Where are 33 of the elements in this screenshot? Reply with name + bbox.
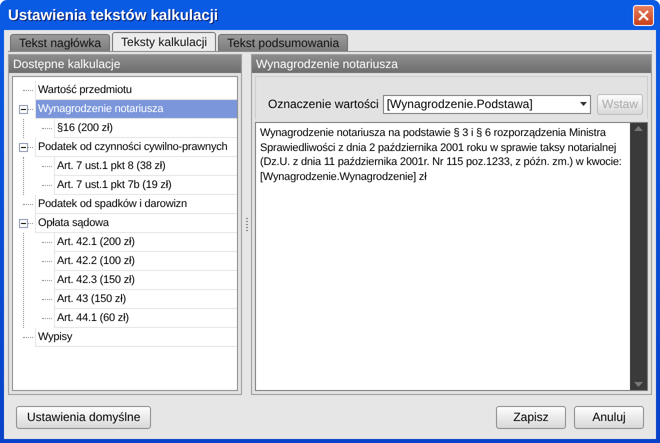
close-icon xyxy=(638,10,649,20)
text-editor[interactable]: Wynagrodzenie notariusza na podstawie § 3 i § 6 rozporządzenia Ministra Sprawiedliwości z dnia 2 października 2001 roku w sprawie taksy notarialnej (Dz.U. z dnia 11 października 2001r. Nr 115 poz.1233, z późn. zm.) w kwocie: [Wynagrodzenie.Wynagrodzenie] zł xyxy=(255,122,648,391)
cancel-button[interactable]: Anuluj xyxy=(574,406,644,428)
tree-item[interactable]: Wypisy xyxy=(35,328,237,347)
tab[interactable]: Tekst podsumowania xyxy=(218,34,348,51)
collapse-icon[interactable] xyxy=(19,105,28,114)
panel-header: Dostępne kalkulacje xyxy=(9,55,241,73)
tree-item[interactable]: Art. 42.3 (150 zł) xyxy=(54,271,237,290)
field-label: Oznaczenie wartości xyxy=(268,97,379,111)
tree-item[interactable]: Art. 42.1 (200 zł) xyxy=(54,233,237,252)
window-title: Ustawienia tekstów kalkulacji xyxy=(8,6,218,24)
tree-item[interactable]: Art. 7 ust.1 pkt 7b (19 zł) xyxy=(54,176,237,195)
scrollbar[interactable] xyxy=(630,123,647,390)
tab[interactable]: Tekst nagłówka xyxy=(10,34,110,51)
save-button[interactable]: Zapisz xyxy=(496,406,566,428)
scroll-down-icon[interactable] xyxy=(634,382,643,387)
tree-item[interactable]: Art. 43 (150 zł) xyxy=(54,290,237,309)
defaults-button[interactable]: Ustawienia domyślne xyxy=(16,406,152,428)
collapse-icon[interactable] xyxy=(19,143,28,152)
dropdown-arrow-icon xyxy=(580,102,587,106)
scroll-up-icon[interactable] xyxy=(634,126,643,131)
tree-item[interactable]: Art. 44.1 (60 zł) xyxy=(54,309,237,328)
tree-item[interactable]: Opłata sądowa xyxy=(35,214,237,233)
panel-header: Wynagrodzenie notariusza xyxy=(252,55,651,73)
value-dropdown[interactable]: [Wynagrodzenie.Podstawa] xyxy=(382,94,591,114)
tree-item[interactable]: Art. 42.2 (100 zł) xyxy=(54,252,237,271)
tree-item[interactable]: Podatek od czynności cywilno-prawnych xyxy=(35,138,237,157)
close-button[interactable] xyxy=(633,4,654,26)
tree-item[interactable]: Podatek od spadków i darowizn xyxy=(35,195,237,214)
tab[interactable]: Teksty kalkulacji xyxy=(112,32,216,51)
tree-item[interactable]: Art. 7 ust.1 pkt 8 (38 zł) xyxy=(54,157,237,176)
collapse-icon[interactable] xyxy=(19,219,28,228)
tree-item[interactable]: §16 (200 zł) xyxy=(54,119,237,138)
